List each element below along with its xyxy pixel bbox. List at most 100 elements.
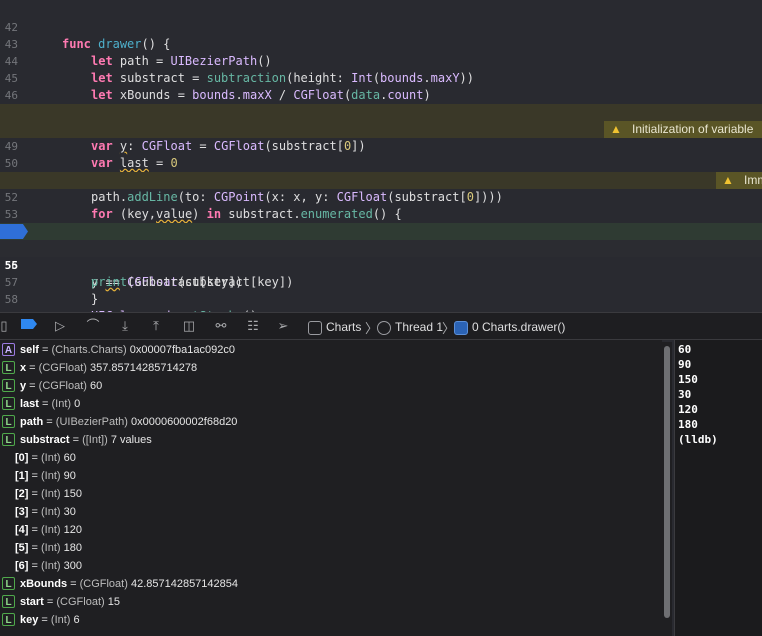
variable-name: [0]: [15, 452, 29, 464]
local-badge: L: [2, 577, 15, 590]
variable-name: xBounds: [20, 578, 68, 590]
variable-value: 30: [63, 506, 76, 518]
breakpoint-marker[interactable]: [0, 224, 28, 239]
code-line[interactable]: 57 }: [0, 257, 762, 306]
variable-type: (Int): [41, 488, 61, 500]
code-line[interactable]: 50 path.move(to: CGPoint(x: start, y: bo…: [0, 138, 762, 187]
variable-type: (CGFloat): [79, 578, 128, 590]
variable-name: path: [20, 416, 44, 428]
variables-view[interactable]: Aself = (Charts.Charts) 0x00007fba1ac092…: [0, 340, 662, 636]
local-badge: L: [2, 433, 15, 446]
variable-name: [5]: [15, 542, 29, 554]
variable-name: y: [20, 380, 27, 392]
variable-type: (Int): [41, 506, 61, 518]
breadcrumb-thread[interactable]: Thread 1: [377, 319, 443, 335]
code-line-warning[interactable]: 52 for (key,value) in substract.enumerat…: [0, 172, 762, 221]
variable-type: (Int): [50, 614, 71, 626]
variable-type: (Int): [41, 470, 61, 482]
variable-value: 120: [63, 524, 82, 536]
view-hierarchy-icon[interactable]: ◫: [180, 318, 198, 334]
local-badge: L: [2, 379, 15, 392]
variable-value: 357.85714285714278: [90, 362, 198, 374]
step-out-icon[interactable]: ⤒: [147, 318, 165, 334]
warning-icon: ▲: [610, 122, 622, 136]
breadcrumb-process[interactable]: Charts: [308, 319, 361, 335]
debug-toolbar: ▯ ▷ ⌒ ⤓ ⤒ ◫ ⚯ ☷ ➢ Charts 〉 Thread 1 〉 0 …: [0, 312, 762, 340]
variable-type: (Charts.Charts): [51, 344, 127, 356]
variable-value: 15: [107, 596, 120, 608]
variable-type: (Int): [51, 398, 72, 410]
console-line: 60: [678, 343, 692, 356]
local-badge: L: [2, 415, 15, 428]
variable-type: (Int): [41, 452, 61, 464]
variable-value: 0x0000600002f68d20: [130, 416, 238, 428]
variable-name: self: [20, 344, 39, 356]
code-line[interactable]: 45 let xBounds = bounds.maxX / CGFloat(d…: [0, 53, 762, 102]
code-line[interactable]: 47 var x: CGFloat = start + xBounds: [0, 87, 762, 136]
variable-value: 60: [90, 380, 103, 392]
variable-value: 0: [74, 398, 81, 410]
warning-text: Initialization of variable: [632, 122, 754, 136]
hide-debug-area-icon[interactable]: ▯: [0, 318, 8, 334]
breadcrumb-frame[interactable]: 0 Charts.drawer(): [454, 319, 565, 335]
local-badge: L: [2, 397, 15, 410]
code-line[interactable]: 53 path.addLine(to: CGPoint(x: x, y: y)): [0, 189, 762, 238]
warning-badge[interactable]: ▲ Imm: [716, 172, 762, 189]
variables-scrollbar[interactable]: [662, 342, 672, 636]
continue-icon[interactable]: ▷: [51, 318, 69, 334]
code-line[interactable]: 46 let start = bounds.minX + 15: [0, 70, 762, 119]
console-line: 150: [678, 373, 698, 386]
variable-value: 90: [63, 470, 76, 482]
console-line: 30: [678, 388, 692, 401]
variable-type: (Int): [41, 542, 61, 554]
code-line-current[interactable]: 55 y == CGFloat(substract[key]): [0, 223, 762, 289]
variable-name: [6]: [15, 560, 29, 572]
code-line[interactable]: 56 print(substract[key]): [0, 240, 762, 289]
variable-name: x: [20, 362, 27, 374]
console-line: 90: [678, 358, 692, 371]
variable-value: 7 values: [110, 434, 152, 446]
variable-name: [1]: [15, 470, 29, 482]
code-line[interactable]: 43 let path = UIBezierPath(): [0, 19, 762, 68]
variable-type: (Int): [41, 524, 61, 536]
console-line: 180: [678, 418, 698, 431]
warning-icon: ▲: [722, 173, 734, 187]
variable-name: substract: [20, 434, 70, 446]
variable-value: 300: [63, 560, 82, 572]
step-over-icon[interactable]: ⌒: [84, 318, 102, 334]
environment-overrides-icon[interactable]: ☷: [244, 318, 262, 334]
simulate-location-icon[interactable]: ➢: [274, 318, 292, 334]
code-line[interactable]: 58 UIColor.red.setStroke(): [0, 274, 762, 312]
variable-name: start: [20, 596, 44, 608]
variable-value: 60: [63, 452, 76, 464]
code-line[interactable]: 42 func drawer() {: [0, 2, 762, 51]
memory-graph-icon[interactable]: ⚯: [212, 318, 230, 334]
code-line[interactable]: 51 path.addLine(to: CGPoint(x: x, y: CGF…: [0, 155, 762, 204]
user-frame-icon: [454, 320, 468, 335]
code-line-warning[interactable]: 48 var y: CGFloat = CGFloat(substract[0]…: [0, 104, 762, 153]
code-editor[interactable]: 42 func drawer() { 43 let path = UIBezie…: [0, 0, 762, 312]
variable-value: 150: [63, 488, 82, 500]
variable-name: key: [20, 614, 39, 626]
breakpoints-toggle-icon[interactable]: [20, 318, 38, 334]
variable-value: 180: [63, 542, 82, 554]
thread-icon: [377, 320, 391, 335]
variable-type: (CGFloat): [38, 380, 87, 392]
code-line[interactable]: 54 x += xBounds: [0, 206, 762, 255]
console-prompt[interactable]: (lldb): [678, 432, 718, 447]
variable-name: [4]: [15, 524, 29, 536]
code-line[interactable]: 44 let substract = subtraction(height: I…: [0, 36, 762, 85]
console-line: 120: [678, 403, 698, 416]
code-line-warning[interactable]: 49 var last = 0 ▲ Initialization of varia…: [0, 121, 762, 170]
console-output[interactable]: 60 90 150 30 120 180 (lldb): [675, 340, 762, 636]
argument-badge: A: [2, 343, 15, 356]
step-into-icon[interactable]: ⤓: [116, 318, 134, 334]
code-line[interactable]: 59 path.stroke(): [0, 291, 762, 312]
scroll-thumb[interactable]: [664, 346, 670, 618]
warning-badge[interactable]: ▲ Initialization of variable: [604, 121, 762, 138]
variable-value: 0x00007fba1ac092c0: [129, 344, 235, 356]
variable-value: 42.857142857142854: [130, 578, 239, 590]
variable-type: (Int): [41, 560, 61, 572]
app-icon: [308, 320, 322, 335]
variable-value: 6: [73, 614, 80, 626]
